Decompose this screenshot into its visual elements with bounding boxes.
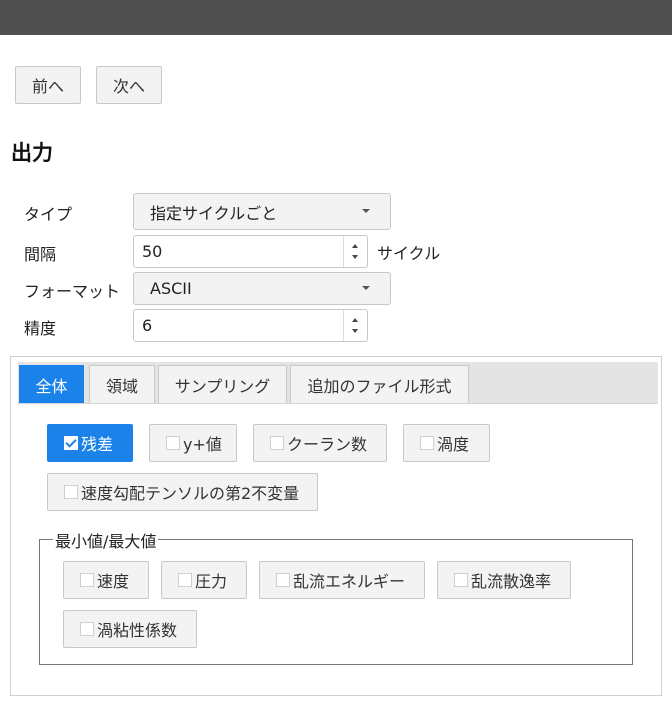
chevron-down-icon [362, 209, 370, 213]
page-title: 出力 [11, 141, 53, 165]
tab-bar: 全体 領域 サンプリング 追加のファイル形式 [18, 362, 658, 404]
checkbox-icon [166, 436, 180, 450]
checkbox-icon [270, 436, 284, 450]
turbulent-energy-label: 乱流エネルギー [293, 572, 406, 591]
checkbox-icon [178, 573, 192, 587]
spin-down-icon[interactable] [352, 255, 358, 259]
chevron-down-icon [362, 286, 370, 290]
precision-stepper[interactable] [343, 310, 367, 341]
checkbox-icon [64, 436, 78, 450]
dissipation-rate-checkbox[interactable]: 乱流散逸率 [437, 561, 571, 599]
precision-label: 精度 [24, 319, 57, 338]
checkbox-icon [276, 573, 290, 587]
interval-stepper[interactable] [343, 236, 367, 267]
velocity-label: 速度 [97, 572, 130, 591]
residual-label: 残差 [81, 435, 114, 454]
prev-button[interactable]: 前へ [15, 66, 81, 104]
format-select[interactable]: ASCII [133, 272, 391, 305]
checkbox-icon [420, 436, 434, 450]
type-label: タイプ [24, 205, 73, 224]
top-bar [0, 0, 672, 35]
courant-label: クーラン数 [287, 435, 368, 454]
tab-additional-formats[interactable]: 追加のファイル形式 [290, 365, 469, 403]
eddy-viscosity-checkbox[interactable]: 渦粘性係数 [63, 610, 197, 648]
type-select-value: 指定サイクルごと [150, 203, 278, 223]
interval-input[interactable]: 50 [133, 235, 368, 268]
dissipation-rate-label: 乱流散逸率 [471, 572, 552, 591]
turbulent-energy-checkbox[interactable]: 乱流エネルギー [259, 561, 425, 599]
precision-value: 6 [142, 316, 153, 335]
yplus-label: y+値 [183, 435, 222, 454]
pressure-checkbox[interactable]: 圧力 [161, 561, 247, 599]
format-select-value: ASCII [150, 279, 192, 298]
precision-input[interactable]: 6 [133, 309, 368, 342]
format-label: フォーマット [24, 282, 121, 301]
spin-up-icon[interactable] [352, 244, 358, 248]
checkbox-icon [80, 622, 94, 636]
courant-checkbox[interactable]: クーラン数 [253, 424, 387, 462]
q-criterion-checkbox[interactable]: 速度勾配テンソルの第2不変量 [47, 473, 318, 511]
residual-checkbox[interactable]: 残差 [47, 424, 133, 462]
vorticity-checkbox[interactable]: 渦度 [403, 424, 490, 462]
interval-unit: サイクル [377, 244, 441, 263]
next-button[interactable]: 次へ [96, 66, 162, 104]
q-criterion-label: 速度勾配テンソルの第2不変量 [81, 484, 300, 503]
minmax-legend: 最小値/最大値 [53, 528, 159, 552]
yplus-checkbox[interactable]: y+値 [149, 424, 237, 462]
checkbox-icon [80, 573, 94, 587]
interval-value: 50 [142, 242, 163, 261]
velocity-checkbox[interactable]: 速度 [63, 561, 149, 599]
type-select[interactable]: 指定サイクルごと [133, 193, 391, 230]
pressure-label: 圧力 [195, 572, 228, 591]
spin-up-icon[interactable] [352, 318, 358, 322]
vorticity-label: 渦度 [437, 435, 470, 454]
interval-label: 間隔 [24, 245, 57, 264]
tab-general[interactable]: 全体 [19, 365, 84, 403]
tab-sampling[interactable]: サンプリング [158, 365, 287, 403]
checkbox-icon [454, 573, 468, 587]
eddy-viscosity-label: 渦粘性係数 [97, 621, 178, 640]
tab-region[interactable]: 領域 [89, 365, 155, 403]
spin-down-icon[interactable] [352, 329, 358, 333]
checkbox-icon [64, 485, 78, 499]
